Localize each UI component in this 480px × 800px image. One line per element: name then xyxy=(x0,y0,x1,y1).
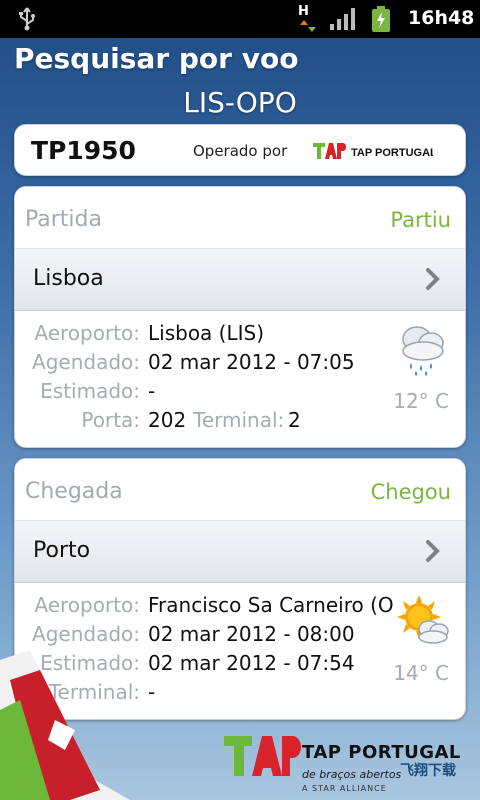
route-title: LIS-OPO xyxy=(183,86,297,119)
departure-estimated: - xyxy=(148,379,156,403)
airplane-tail-image xyxy=(0,650,130,800)
page-title: Pesquisar por voo xyxy=(14,42,299,75)
departure-temperature: 12° C xyxy=(393,389,449,413)
chevron-right-icon xyxy=(426,268,440,290)
arrival-estimated: 02 mar 2012 - 07:54 xyxy=(148,651,355,675)
scheduled-label: Agendado: xyxy=(32,350,140,374)
arrival-airport: Francisco Sa Carneiro (O... xyxy=(148,593,393,617)
flight-card: TP1950 Operado por TAP PORTUGAL xyxy=(14,124,466,176)
arrival-label: Chegada xyxy=(25,479,123,504)
gate-label: Porta: xyxy=(81,408,140,432)
departure-card: Partida Partiu Lisboa Aeroporto: Lisboa … xyxy=(14,186,466,448)
estimated-label: Estimado: xyxy=(40,379,140,403)
signal-icon xyxy=(330,8,355,30)
partly-cloudy-icon xyxy=(397,595,449,644)
arrival-temperature: 14° C xyxy=(393,661,449,685)
departure-city-row[interactable]: Lisboa xyxy=(15,249,465,311)
battery-charging-icon xyxy=(372,6,390,32)
usb-icon xyxy=(19,7,35,31)
airport-label: Aeroporto: xyxy=(34,321,140,345)
watermark: 飞翔下载 xyxy=(400,763,456,779)
clock: 16h48 xyxy=(408,7,475,29)
arrival-terminal: - xyxy=(148,680,156,704)
departure-header: Partida Partiu xyxy=(15,187,465,249)
departure-status: Partiu xyxy=(390,208,451,232)
network-type-label: H xyxy=(298,4,309,19)
rain-cloud-icon xyxy=(402,326,444,376)
departure-scheduled: 02 mar 2012 - 07:05 xyxy=(148,350,355,374)
footer-subtext: A STAR ALLIANCE xyxy=(302,784,387,793)
svg-text:TAP PORTUGAL: TAP PORTUGAL xyxy=(351,147,433,159)
arrival-status: Chegou xyxy=(370,480,451,504)
departure-terminal: 2 xyxy=(288,408,301,432)
terminal-label: Terminal: xyxy=(193,408,285,432)
airport-label: Aeroporto: xyxy=(34,593,140,617)
flight-number: TP1950 xyxy=(31,136,136,165)
arrival-city-row[interactable]: Porto xyxy=(15,521,465,583)
departure-label: Partida xyxy=(25,207,102,232)
departure-airport: Lisboa (LIS) xyxy=(148,321,265,345)
departure-gate: 202 xyxy=(148,408,187,432)
status-bar: H 16h48 xyxy=(0,0,480,38)
arrival-city: Porto xyxy=(33,538,91,563)
data-arrows-icon xyxy=(300,20,316,32)
tap-portugal-logo: TAP PORTUGAL xyxy=(313,143,433,159)
departure-city: Lisboa xyxy=(33,266,104,291)
footer-tagline: de braços abertos xyxy=(302,768,402,781)
arrival-header: Chegada Chegou xyxy=(15,459,465,521)
operated-by-label: Operado por xyxy=(193,142,288,160)
arrival-scheduled: 02 mar 2012 - 08:00 xyxy=(148,622,355,646)
chevron-right-icon xyxy=(426,540,440,562)
